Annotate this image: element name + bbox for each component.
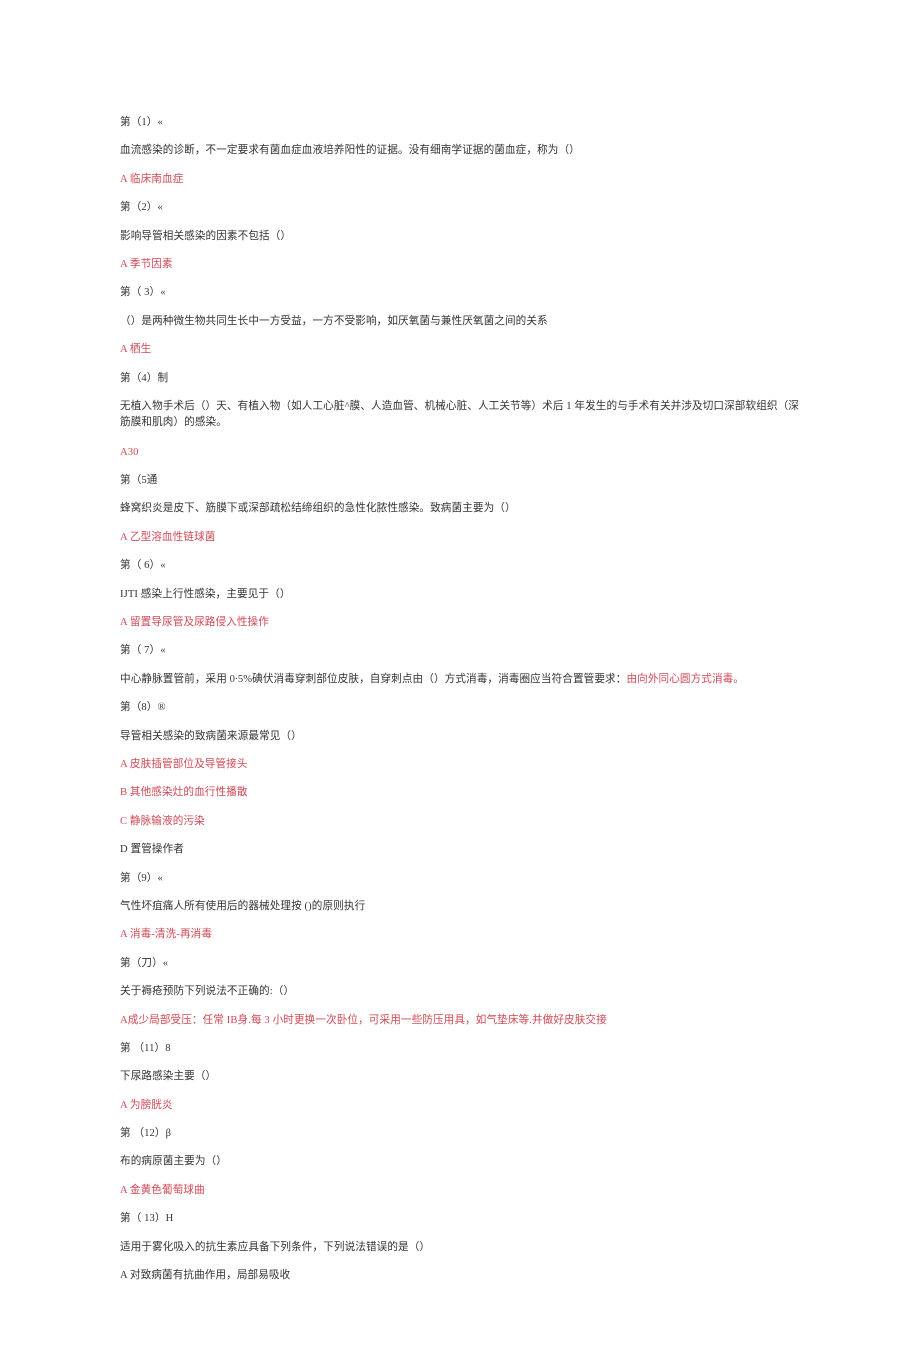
q-answer: A 季节因素 xyxy=(120,257,800,273)
q-body: 气性坏疽痛人所有使用后的器械处理按 ()的原则执行 xyxy=(120,899,800,915)
q-header: 第 （12）β xyxy=(120,1126,800,1142)
q-header: 第（2）« xyxy=(120,200,800,216)
q-header: 第 （11）8 xyxy=(120,1041,800,1057)
q-answer: A成少局部受压：任常 IB身.每 3 小时更换一次卧位，可采用一些防压用具，如气… xyxy=(120,1013,800,1029)
q-body-text: 中心静脉置管前，采用 0∙5%碘伏消毒穿刺部位皮肤，自穿刺点由（）方式消毒，消毒… xyxy=(120,674,626,685)
q-body: 影响导管相关感染的因素不包括（） xyxy=(120,229,800,245)
q-body: 关于褥疮预防下列说法不正确的:（） xyxy=(120,984,800,1000)
q-body: 导管相关感染的致病菌来源最常见（） xyxy=(120,729,800,745)
q-header: 第（ 3）« xyxy=(120,285,800,301)
q-header: 第（4）制 xyxy=(120,371,800,387)
q-body: 下尿路感染主要（） xyxy=(120,1069,800,1085)
q-body: （）是两种微生物共同生长中一方受益，一方不受影响，如厌氧菌与兼性厌氧菌之间的关系 xyxy=(120,314,800,330)
q-answer: A 乙型溶血性链球菌 xyxy=(120,530,800,546)
q-header: 第（ 6）« xyxy=(120,558,800,574)
q-header: 第（5通 xyxy=(120,473,800,489)
q-answer: A30 xyxy=(120,445,800,461)
q-option: B 其他感染灶的血行性播散 xyxy=(120,785,800,801)
q-answer: A 留置导尿管及尿路侵入性操作 xyxy=(120,615,800,631)
q-header: 第（8）® xyxy=(120,700,800,716)
q-body: 中心静脉置管前，采用 0∙5%碘伏消毒穿刺部位皮肤，自穿刺点由（）方式消毒，消毒… xyxy=(120,672,800,688)
q-option: A 皮肤插管部位及导管接头 xyxy=(120,757,800,773)
q-body: 无植入物手术后（）天、有植入物（如人工心脏^膜、人造血管、机械心脏、人工关节等）… xyxy=(120,399,800,431)
q-body: 布的病原菌主要为（） xyxy=(120,1154,800,1170)
q-body: 适用于雾化吸入的抗生素应具备下列条件，下列说法错误的是（） xyxy=(120,1240,800,1256)
q-answer: A 消毒-清洗-再消毒 xyxy=(120,927,800,943)
q-header: 第（9）« xyxy=(120,871,800,887)
q-header: 第（ 7）« xyxy=(120,643,800,659)
q-answer-inline: 由向外同心圆方式消毒。 xyxy=(626,674,744,685)
q-option: A 对致病菌有抗曲作用，局部易吸收 xyxy=(120,1268,800,1284)
q-answer: A 金黄色葡萄球曲 xyxy=(120,1183,800,1199)
q-answer: A 为膀胱炎 xyxy=(120,1098,800,1114)
q-header: 第（ 13）H xyxy=(120,1211,800,1227)
q-body: 血流感染的诊断，不一定要求有菌血症血液培养阳性的证据。没有细南学证据的菌血症，称… xyxy=(120,143,800,159)
q-option: C 静脉输液的污染 xyxy=(120,814,800,830)
q-option: D 置管操作者 xyxy=(120,842,800,858)
document-page: 第（1）« 血流感染的诊断，不一定要求有菌血症血液培养阳性的证据。没有细南学证据… xyxy=(0,0,920,1346)
q-body: 蜂窝织炎是皮下、筋膜下或深部疏松结缔组织的急性化脓性感染。致病菌主要为（） xyxy=(120,501,800,517)
q-body: IJTI 感染上行性感染，主要见于（） xyxy=(120,587,800,603)
q-answer: A 临床南血症 xyxy=(120,172,800,188)
q-header: 第（刀）« xyxy=(120,956,800,972)
q-header: 第（1）« xyxy=(120,115,800,131)
q-answer: A 栖生 xyxy=(120,342,800,358)
